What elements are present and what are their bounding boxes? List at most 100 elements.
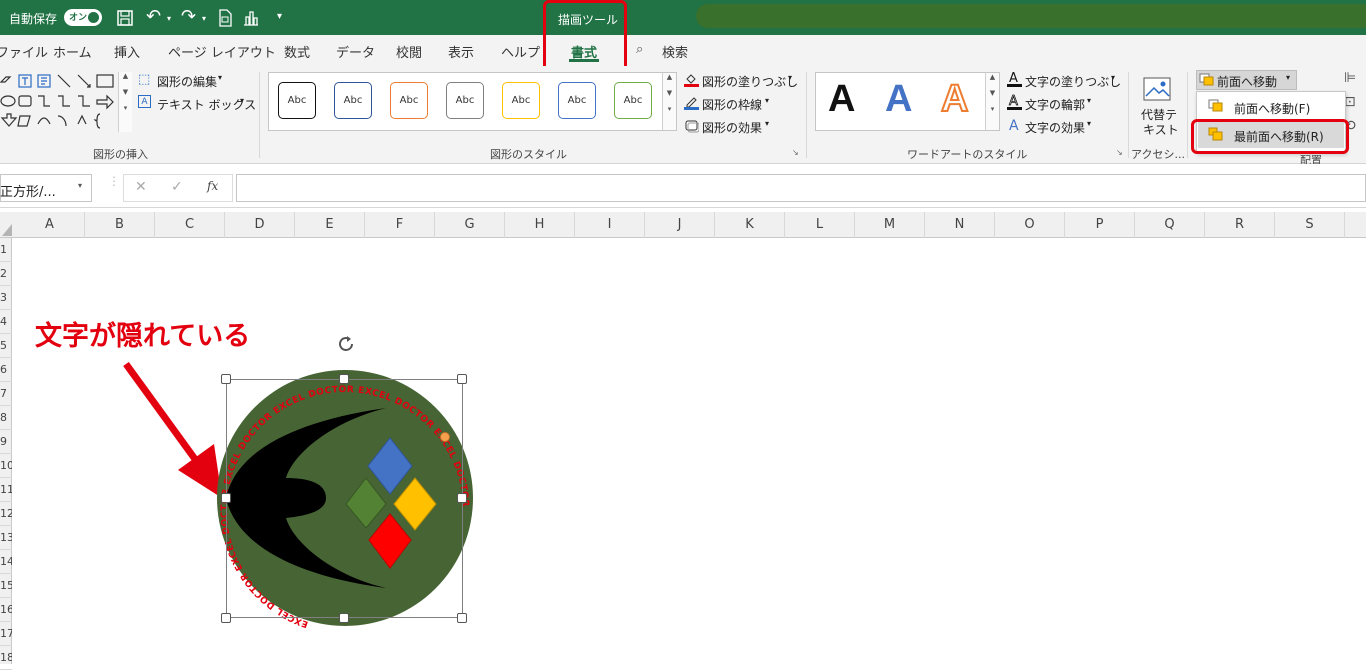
row-header-18[interactable]: 18	[0, 646, 12, 670]
resize-handle-top[interactable]	[339, 374, 349, 384]
column-header-j[interactable]: J	[645, 212, 715, 238]
customize-qat-icon[interactable]: ▾	[277, 9, 282, 25]
row-header-13[interactable]: 13	[0, 526, 12, 550]
title-search-area[interactable]	[696, 4, 1366, 28]
rotate-handle-icon[interactable]	[335, 333, 357, 358]
column-header-o[interactable]: O	[995, 212, 1065, 238]
text-outline-dropdown-icon[interactable]: ▾	[1087, 96, 1091, 105]
redo-dropdown-icon[interactable]: ▾	[202, 11, 206, 27]
shape-styles-scroll[interactable]: ▲ ▼ ▾	[662, 73, 676, 130]
column-header-f[interactable]: F	[365, 212, 435, 238]
column-header-i[interactable]: I	[575, 212, 645, 238]
column-header-r[interactable]: R	[1205, 212, 1275, 238]
column-header-q[interactable]: Q	[1135, 212, 1205, 238]
column-header-n[interactable]: N	[925, 212, 995, 238]
column-header-k[interactable]: K	[715, 212, 785, 238]
row-header-2[interactable]: 2	[0, 262, 12, 286]
row-header-4[interactable]: 4	[0, 310, 12, 334]
align-icon[interactable]: ⊫	[1344, 70, 1356, 86]
edit-shape-dropdown-icon[interactable]: ▾	[218, 73, 222, 82]
wordart-style-black[interactable]: A	[828, 78, 855, 121]
resize-handle-top-right[interactable]	[457, 374, 467, 384]
column-header-e[interactable]: E	[295, 212, 365, 238]
resize-handle-top-left[interactable]	[221, 374, 231, 384]
row-header-1[interactable]: 1	[0, 238, 12, 262]
column-header-s[interactable]: S	[1275, 212, 1345, 238]
name-box-dropdown-icon[interactable]: ▾	[78, 181, 82, 190]
tab-data[interactable]: データ	[336, 42, 375, 61]
shape-gallery-scroll[interactable]: ▲ ▼ ▾	[118, 72, 132, 132]
resize-handle-bottom[interactable]	[339, 613, 349, 623]
shape-effects-button[interactable]: 図形の効果	[702, 119, 762, 136]
row-header-8[interactable]: 8	[0, 406, 12, 430]
undo-icon[interactable]: ↶	[146, 8, 161, 26]
shape-style-4[interactable]: Abc	[446, 82, 484, 119]
shape-gallery[interactable]	[0, 72, 132, 132]
column-header-p[interactable]: P	[1065, 212, 1135, 238]
text-fill-dropdown-icon[interactable]: ▾	[1111, 73, 1115, 82]
wordart-scroll[interactable]: ▲ ▼ ▾	[985, 73, 999, 130]
row-header-6[interactable]: 6	[0, 358, 12, 382]
shape-style-6[interactable]: Abc	[558, 82, 596, 119]
wordart-launcher-icon[interactable]: ↘	[1116, 148, 1123, 157]
wordart-style-blue[interactable]: A	[885, 78, 912, 121]
edit-shape-button[interactable]: 図形の編集	[157, 73, 217, 90]
tab-file[interactable]: ファイル	[0, 42, 48, 61]
shape-effects-dropdown-icon[interactable]: ▾	[765, 119, 769, 128]
alt-text-label-line2[interactable]: キスト	[1143, 121, 1179, 138]
column-header-d[interactable]: D	[225, 212, 295, 238]
print-preview-icon[interactable]	[218, 9, 232, 31]
shape-style-5[interactable]: Abc	[502, 82, 540, 119]
tab-view[interactable]: 表示	[448, 42, 474, 61]
formula-input[interactable]	[236, 174, 1366, 202]
enter-icon[interactable]: ✓	[171, 179, 183, 195]
tab-page-layout[interactable]: ページ レイアウト	[168, 42, 276, 61]
row-header-10[interactable]: 10	[0, 454, 12, 478]
shape-outline-dropdown-icon[interactable]: ▾	[765, 96, 769, 105]
row-header-7[interactable]: 7	[0, 382, 12, 406]
shape-style-1[interactable]: Abc	[278, 82, 316, 119]
tab-review[interactable]: 校閲	[396, 42, 422, 61]
text-box-dropdown-icon[interactable]: ▾	[240, 96, 244, 105]
menu-item-bring-forward[interactable]: 前面へ移動(F)	[1234, 100, 1310, 117]
resize-handle-bottom-right[interactable]	[457, 613, 467, 623]
text-outline-button[interactable]: 文字の輪郭	[1025, 96, 1085, 113]
text-fill-button[interactable]: 文字の塗りつぶし	[1025, 73, 1121, 90]
text-effects-dropdown-icon[interactable]: ▾	[1087, 119, 1091, 128]
tab-insert[interactable]: 挿入	[114, 42, 140, 61]
column-header-h[interactable]: H	[505, 212, 575, 238]
save-icon[interactable]	[116, 9, 134, 31]
bring-forward-dropdown-icon[interactable]: ▾	[1286, 73, 1290, 82]
resize-handle-bottom-left[interactable]	[221, 613, 231, 623]
undo-dropdown-icon[interactable]: ▾	[167, 11, 171, 27]
bring-forward-button-label[interactable]: 前面へ移動	[1217, 73, 1277, 90]
row-header-14[interactable]: 14	[0, 550, 12, 574]
shape-styles-launcher-icon[interactable]: ↘	[792, 148, 799, 157]
shape-style-3[interactable]: Abc	[390, 82, 428, 119]
autosave-toggle[interactable]: オン	[64, 9, 102, 26]
tab-home[interactable]: ホーム	[53, 42, 92, 61]
shape-style-2[interactable]: Abc	[334, 82, 372, 119]
alt-text-icon[interactable]	[1142, 76, 1174, 107]
row-header-5[interactable]: 5	[0, 334, 12, 358]
adjustment-handle[interactable]	[440, 432, 450, 442]
resize-handle-left[interactable]	[221, 493, 231, 503]
row-header-3[interactable]: 3	[0, 286, 12, 310]
resize-handle-right[interactable]	[457, 493, 467, 503]
row-header-16[interactable]: 16	[0, 598, 12, 622]
row-header-15[interactable]: 15	[0, 574, 12, 598]
chart-icon[interactable]	[242, 9, 260, 31]
row-header-9[interactable]: 9	[0, 430, 12, 454]
row-header-12[interactable]: 12	[0, 502, 12, 526]
search-label[interactable]: 検索	[662, 42, 688, 61]
text-effects-button[interactable]: 文字の効果	[1025, 119, 1085, 136]
column-header-m[interactable]: M	[855, 212, 925, 238]
column-header-b[interactable]: B	[85, 212, 155, 238]
column-header-g[interactable]: G	[435, 212, 505, 238]
wordart-style-orange-outline[interactable]: A	[940, 77, 969, 121]
shape-fill-button[interactable]: 図形の塗りつぶし	[702, 73, 798, 90]
column-header-a[interactable]: A	[15, 212, 85, 238]
search-icon[interactable]: ⌕	[636, 42, 643, 57]
column-header-c[interactable]: C	[155, 212, 225, 238]
tab-formulas[interactable]: 数式	[284, 42, 310, 61]
